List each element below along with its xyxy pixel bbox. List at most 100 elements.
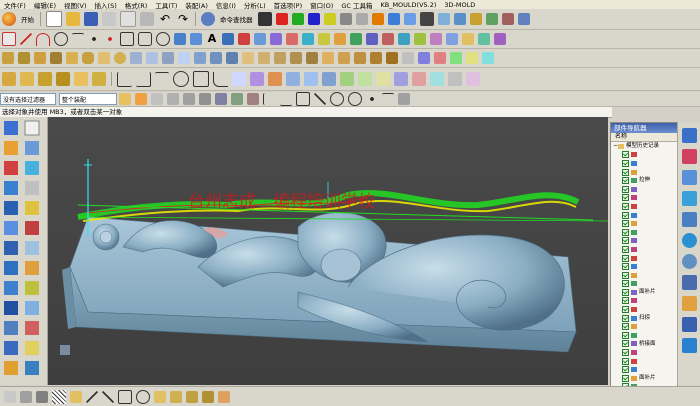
menu-kb-mould[interactable]: KB_MOULD(V5.2)	[376, 1, 440, 9]
visibility-checkbox[interactable]	[622, 159, 629, 167]
quadrant-point-icon[interactable]	[348, 92, 362, 106]
shape-icon[interactable]	[154, 390, 166, 403]
snap-icon[interactable]	[501, 13, 514, 25]
tree-node-feature[interactable]	[611, 254, 677, 263]
arc-icon[interactable]	[36, 32, 50, 46]
point-set-icon[interactable]	[104, 33, 116, 45]
left-toolbar-icons[interactable]	[0, 117, 47, 385]
offset-region-icon[interactable]	[56, 72, 70, 86]
history-icon[interactable]	[682, 254, 697, 269]
tube-icon[interactable]	[50, 52, 62, 64]
intersection-point-icon[interactable]	[314, 93, 326, 105]
polygon-icon[interactable]	[138, 32, 152, 46]
snap-icon[interactable]	[20, 390, 32, 403]
studio-surface-icon[interactable]	[155, 71, 169, 87]
bridge-icon[interactable]	[232, 72, 246, 86]
mid-point-icon[interactable]	[280, 93, 292, 106]
snap-icon[interactable]	[4, 390, 16, 403]
trim-curve-icon[interactable]	[318, 33, 330, 45]
tree-node-feature[interactable]	[611, 159, 677, 168]
view-icon[interactable]	[387, 13, 400, 25]
history-icon[interactable]	[682, 212, 697, 227]
enlarge-icon[interactable]	[322, 72, 336, 86]
line-icon[interactable]	[86, 390, 98, 403]
visibility-checkbox[interactable]	[622, 366, 629, 374]
revolve-icon[interactable]	[18, 52, 30, 64]
tree-node-feature[interactable]	[611, 280, 677, 289]
display-mode-icon[interactable]	[257, 12, 272, 26]
shape-icon[interactable]	[170, 390, 182, 403]
visibility-checkbox[interactable]	[622, 254, 629, 262]
tree-node-feature[interactable]	[611, 245, 677, 254]
color-icon[interactable]	[291, 13, 304, 25]
i-form-icon[interactable]	[358, 72, 372, 86]
snap-point-icon[interactable]	[151, 93, 163, 105]
sew-icon[interactable]	[370, 52, 382, 64]
edit-curve-icon[interactable]	[350, 33, 362, 45]
tree-node-feature[interactable]	[611, 357, 677, 366]
type-filter-select[interactable]: 没有选择过滤器	[0, 93, 56, 105]
boss-icon[interactable]	[146, 52, 158, 64]
cylinder-icon[interactable]	[82, 52, 94, 64]
render-icon[interactable]	[419, 12, 434, 26]
join-curve-icon[interactable]	[366, 33, 378, 45]
tree-node-feature[interactable]: 拉伸	[611, 176, 677, 185]
arc-center-icon[interactable]	[330, 92, 344, 106]
shape-icon[interactable]	[186, 390, 198, 403]
edit-object-icon[interactable]	[2, 72, 16, 86]
edge-blend-icon[interactable]	[242, 52, 254, 64]
tree-node-feature[interactable]	[611, 219, 677, 228]
wcs-icon[interactable]	[371, 13, 384, 25]
visibility-checkbox[interactable]	[622, 263, 629, 271]
spline-icon[interactable]	[72, 32, 84, 46]
visibility-checkbox[interactable]	[622, 349, 629, 357]
column-header-name[interactable]: 名称	[611, 133, 677, 142]
section-curve-icon[interactable]	[286, 33, 298, 45]
reuse-library-icon[interactable]	[682, 191, 697, 206]
law-curve-icon[interactable]	[190, 33, 202, 45]
visibility-checkbox[interactable]	[622, 323, 629, 331]
command-finder-icon[interactable]	[201, 12, 215, 26]
tree-node-feature[interactable]	[611, 185, 677, 194]
circle-icon[interactable]	[54, 32, 68, 46]
snap-icon[interactable]	[469, 13, 482, 25]
visibility-checkbox[interactable]	[622, 151, 629, 159]
global-shaping-icon[interactable]	[394, 72, 408, 86]
smooth-icon[interactable]	[414, 33, 426, 45]
visibility-checkbox[interactable]	[622, 194, 629, 202]
cone-icon[interactable]	[98, 52, 110, 64]
color-icon[interactable]	[275, 13, 288, 25]
snap-icon[interactable]	[36, 390, 48, 403]
group-icon[interactable]	[70, 390, 82, 403]
chamfer-icon[interactable]	[258, 52, 270, 64]
visibility-checkbox[interactable]	[622, 185, 629, 193]
tree-node-feature[interactable]	[611, 202, 677, 211]
helix-icon[interactable]	[174, 33, 186, 45]
visibility-checkbox[interactable]	[622, 374, 629, 382]
menu-3d-mold[interactable]: 3D-MOLD	[440, 1, 479, 9]
snap-point-icon[interactable]	[167, 93, 179, 105]
tool-icon[interactable]	[494, 33, 506, 45]
view-icon[interactable]	[403, 13, 416, 25]
assembly-navigator-icon[interactable]	[682, 128, 697, 143]
tree-node-feature[interactable]	[611, 331, 677, 340]
intersect-icon[interactable]	[226, 52, 238, 64]
tree-node-feature[interactable]	[611, 228, 677, 237]
pocket-icon[interactable]	[162, 52, 174, 64]
matching-edge-icon[interactable]	[376, 72, 390, 86]
tool-icon[interactable]	[446, 33, 458, 45]
snap-icon[interactable]	[485, 13, 498, 25]
curvature-icon[interactable]	[430, 72, 444, 86]
pad-icon[interactable]	[178, 52, 190, 64]
tree-node-feature[interactable]	[611, 365, 677, 374]
rectangle-icon[interactable]	[118, 389, 132, 404]
extract-curve-icon[interactable]	[302, 33, 314, 45]
visibility-checkbox[interactable]	[622, 168, 629, 176]
tree-node-feature[interactable]	[611, 322, 677, 331]
layer-icon[interactable]	[339, 13, 352, 25]
select-all-icon[interactable]	[135, 93, 147, 105]
control-point-icon[interactable]	[296, 92, 310, 106]
palette-icon[interactable]	[682, 296, 697, 311]
visibility-checkbox[interactable]	[622, 271, 629, 279]
general-selection-icon[interactable]	[119, 93, 131, 105]
